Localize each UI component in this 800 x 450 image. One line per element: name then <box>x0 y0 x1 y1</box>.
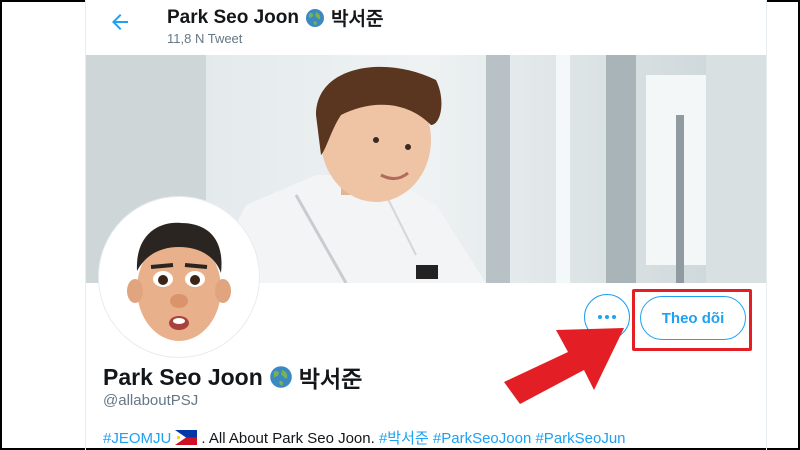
tweet-count: 11,8 N Tweet <box>167 31 243 46</box>
profile-header: Park Seo Joon 박서준 11,8 N Tweet <box>86 0 766 54</box>
profile-name: Park Seo Joon 박서준 <box>103 360 362 394</box>
avatar[interactable] <box>99 197 259 357</box>
header-name: Park Seo Joon <box>167 6 299 28</box>
column-border-right <box>766 0 767 450</box>
hashtag-link[interactable]: #박서준 <box>379 430 429 447</box>
more-dot <box>612 315 616 319</box>
red-arrow-icon <box>504 328 624 404</box>
globe-icon <box>306 8 324 27</box>
profile-handle: @allaboutPSJ <box>103 392 199 409</box>
more-dot <box>605 315 609 319</box>
philippines-flag-icon <box>175 430 198 445</box>
hashtag-link[interactable]: #ParkSeoJun <box>535 430 625 447</box>
memoji-avatar <box>103 201 255 353</box>
header-name-korean: 박서준 <box>331 9 384 30</box>
arrow-left-icon[interactable] <box>108 10 132 34</box>
header-title: Park Seo Joon 박서준 <box>167 4 383 31</box>
profile-name-korean: 박서준 <box>298 366 363 392</box>
hashtag-link[interactable]: #JEOMJU <box>103 430 171 447</box>
more-horizontal-icon <box>598 315 602 319</box>
profile-name-text: Park Seo Joon <box>103 363 263 390</box>
profile-bio: #JEOMJU . All About Park Seo Joon. #박서준 … <box>103 427 626 448</box>
bio-text: . All About Park Seo Joon. <box>201 430 379 447</box>
highlight-box <box>632 289 752 351</box>
globe-icon <box>269 366 292 388</box>
hashtag-link[interactable]: #ParkSeoJoon <box>433 430 531 447</box>
